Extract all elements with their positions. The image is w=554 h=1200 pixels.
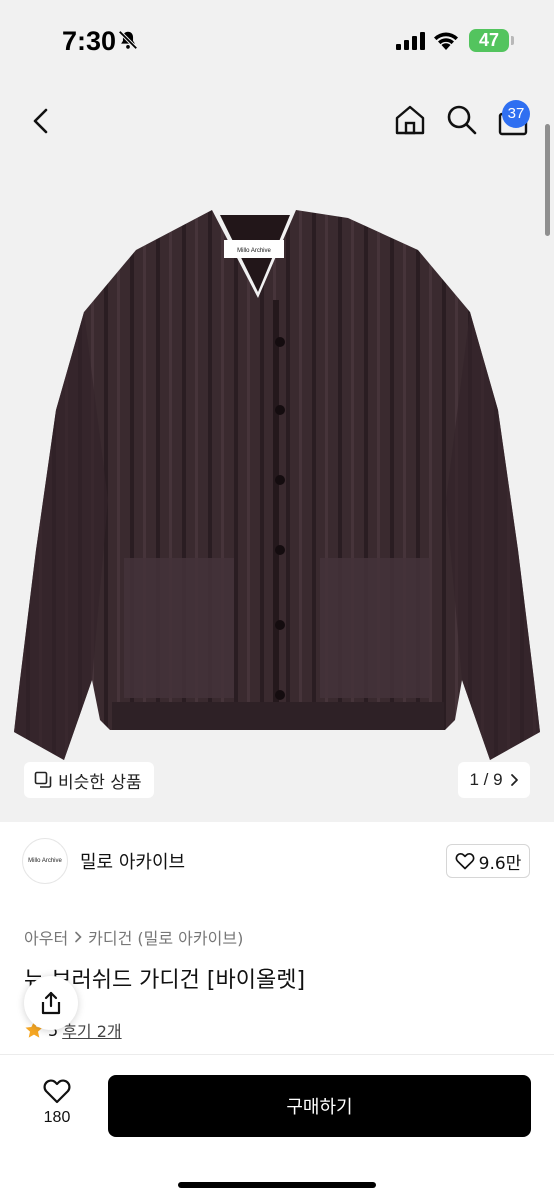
image-counter-text: 1 / 9: [469, 770, 503, 789]
brand-name[interactable]: 밀로 아카이브: [80, 848, 185, 874]
breadcrumb: 아우터 카디건 (밀로 아카이브): [24, 925, 243, 949]
similar-products-button[interactable]: 비슷한 상품: [24, 762, 154, 798]
back-icon[interactable]: [24, 104, 58, 138]
garment-label-text: Millo Archive: [237, 248, 271, 254]
brand-logo-text: Millo Archive: [28, 858, 62, 864]
search-icon[interactable]: [444, 102, 480, 138]
heart-icon: [43, 1079, 71, 1104]
share-icon: [41, 991, 61, 1015]
image-counter[interactable]: 1 / 9: [458, 762, 530, 798]
home-icon[interactable]: [392, 102, 428, 138]
status-bar: 7:30 47: [0, 0, 554, 80]
similar-icon: [34, 771, 52, 788]
review-link[interactable]: 후기 2개: [62, 1018, 121, 1042]
chevron-right-icon: [75, 931, 82, 943]
brand-like-count: 9.6만: [478, 853, 522, 874]
brand-logo[interactable]: Millo Archive: [22, 838, 68, 884]
scroll-indicator: [545, 124, 550, 236]
similar-products-label: 비슷한 상품: [58, 772, 142, 793]
bell-off-icon: [118, 30, 138, 50]
like-button[interactable]: 180: [22, 1077, 92, 1127]
cart-count-badge: 37: [502, 100, 530, 128]
breadcrumb-main[interactable]: 아우터: [24, 925, 68, 949]
battery-cap: [511, 36, 514, 45]
buy-button[interactable]: 구매하기: [108, 1075, 531, 1137]
product-image: Millo Archive: [14, 210, 540, 760]
breadcrumb-sub[interactable]: 카디건 (밀로 아카이브): [88, 925, 243, 949]
status-time: 7:30: [62, 26, 117, 56]
share-button[interactable]: [24, 976, 78, 1030]
wifi-icon: [434, 32, 458, 50]
bottom-action-bar: 180 구매하기: [0, 1054, 554, 1200]
chevron-right-icon: [510, 774, 518, 786]
product-gallery[interactable]: Millo Archive 37 비슷한 상품 1 / 9: [0, 80, 554, 822]
signal-icon: [396, 32, 425, 50]
heart-icon: [455, 853, 475, 870]
home-indicator: [178, 1182, 376, 1188]
battery-indicator: 47: [469, 29, 509, 52]
brand-like-button[interactable]: 9.6만: [446, 844, 530, 878]
like-count: 180: [43, 1109, 71, 1126]
brand-row[interactable]: Millo Archive 밀로 아카이브 9.6만: [0, 822, 554, 900]
